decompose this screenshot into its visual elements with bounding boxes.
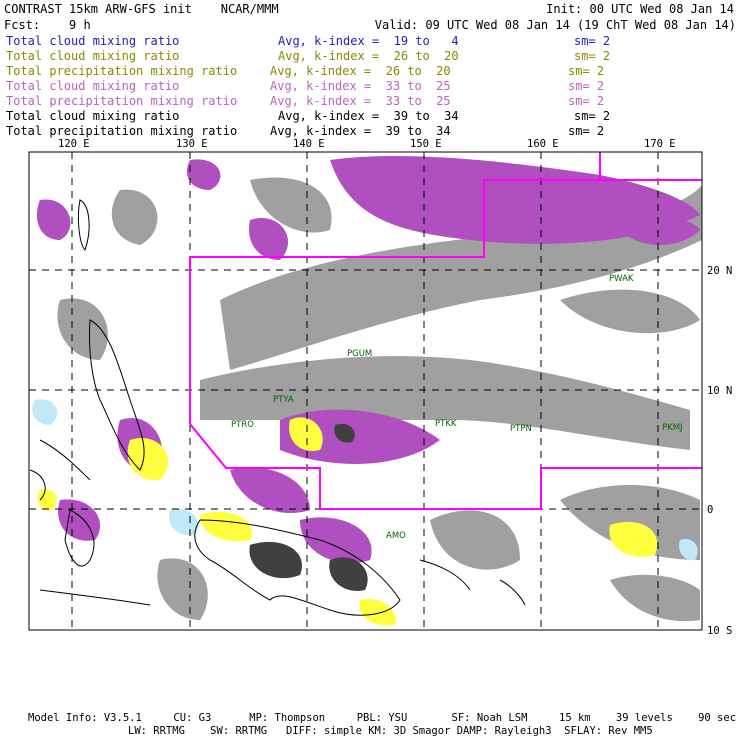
lon-label-170: 170 E: [644, 138, 676, 150]
model-info-line-2: LW: RRTMG SW: RRTMG DIFF: simple KM: 3D …: [128, 725, 653, 737]
lon-label-120: 120 E: [58, 138, 90, 150]
lat-label-20n: 20 N: [707, 265, 732, 277]
station-ptkk: PTKK: [435, 419, 457, 429]
model-info-line-1: Model Info: V3.5.1 CU: G3 MP: Thompson P…: [28, 712, 737, 724]
lon-label-130: 130 E: [176, 138, 208, 150]
station-ptpn: PTPN: [510, 424, 532, 434]
station-ptro: PTRO: [231, 420, 254, 430]
lon-label-160: 160 E: [527, 138, 559, 150]
lat-label-10s: 10 S: [707, 625, 732, 637]
forecast-map: 120 E 130 E 140 E 150 E 160 E 170 E 20 N…: [28, 138, 732, 637]
station-ptya: PTYA: [273, 395, 294, 405]
lon-label-150: 150 E: [410, 138, 442, 150]
station-pwak: PWAK: [609, 274, 634, 284]
station-pkmj: PKMJ: [662, 423, 683, 433]
lat-label-10n: 10 N: [707, 385, 732, 397]
station-amo: AMO: [386, 531, 406, 541]
lat-label-0: 0: [707, 504, 713, 516]
station-pgum: PGUM: [347, 349, 372, 359]
lon-label-140: 140 E: [293, 138, 325, 150]
